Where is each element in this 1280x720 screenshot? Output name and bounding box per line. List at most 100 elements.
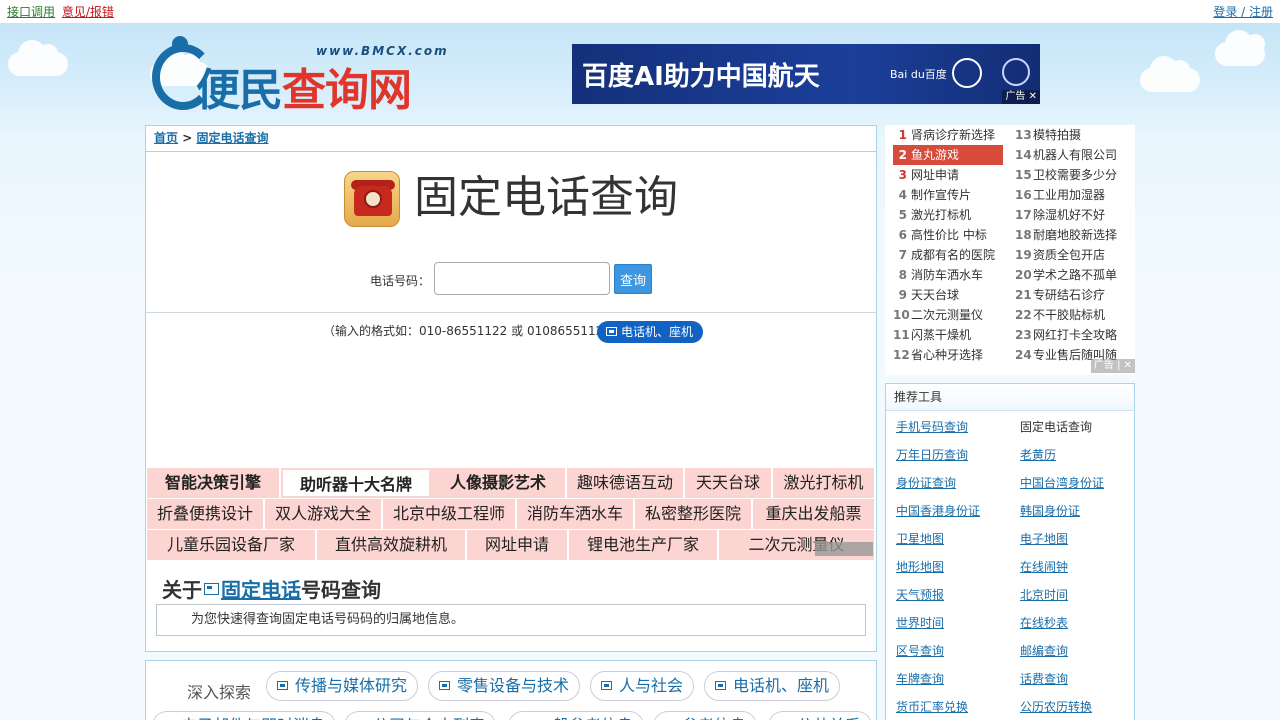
keyword-link[interactable]: 网址申请 xyxy=(467,530,569,560)
tool-link[interactable]: 北京时间 xyxy=(1020,588,1068,602)
news-icon xyxy=(715,681,726,690)
keyword-link[interactable]: 直供高效旋耕机 xyxy=(317,530,467,560)
keyword-link[interactable]: 智能决策引擎 xyxy=(147,468,281,498)
ranking-item[interactable]: 5 激光打标机 xyxy=(893,205,1003,225)
ranking-item[interactable]: 15卫校需要多少分 xyxy=(1015,165,1125,185)
ranking-number: 9 xyxy=(898,288,907,302)
explore-tag[interactable]: 电子邮件与即时消息 xyxy=(152,711,337,720)
ranking-item[interactable]: 12省心种牙选择 xyxy=(893,345,1003,365)
tool-item: 在线闹钟 xyxy=(1020,558,1068,575)
ranking-item[interactable]: 2 鱼丸游戏 xyxy=(893,145,1003,165)
ranking-item[interactable]: 11闪蒸干燥机 xyxy=(893,325,1003,345)
keyword-link[interactable]: 儿童乐园设备厂家 xyxy=(147,530,317,560)
keyword-link[interactable]: 趣味德语互动 xyxy=(567,468,685,498)
ranking-item[interactable]: 8 消防车洒水车 xyxy=(893,265,1003,285)
tool-link[interactable]: 公历农历转换 xyxy=(1020,700,1092,714)
phone-number-input[interactable] xyxy=(434,262,610,295)
keyword-link[interactable]: 锂电池生产厂家 xyxy=(569,530,719,560)
ranking-item[interactable]: 19资质全包开店 xyxy=(1015,245,1125,265)
ranking-item[interactable]: 6 高性价比 中标 xyxy=(893,225,1003,245)
ranking-number: 7 xyxy=(898,248,907,262)
ranking-item[interactable]: 20学术之路不孤单 xyxy=(1015,265,1125,285)
page-title: 固定电话查询 xyxy=(414,172,678,223)
tool-link[interactable]: 车牌查询 xyxy=(896,672,944,686)
breadcrumb-current[interactable]: 固定电话查询 xyxy=(196,131,268,145)
ranking-item[interactable]: 14机器人有限公司 xyxy=(1015,145,1125,165)
ranking-item[interactable]: 1 肾病诊疗新选择 xyxy=(893,125,1003,145)
explore-tag[interactable]: 参考信息 xyxy=(653,711,758,720)
keyword-link[interactable]: 私密整形医院 xyxy=(635,499,753,529)
ranking-item[interactable]: 18耐磨地胶新选择 xyxy=(1015,225,1125,245)
tool-link[interactable]: 地形地图 xyxy=(896,560,944,574)
tool-link[interactable]: 世界时间 xyxy=(896,616,944,630)
explore-tag[interactable]: 公共关系 xyxy=(768,711,873,720)
tool-link[interactable]: 在线闹钟 xyxy=(1020,560,1068,574)
tool-link[interactable]: 手机号码查询 xyxy=(896,420,968,434)
keyword-link[interactable]: 北京中级工程师 xyxy=(383,499,517,529)
site-logo[interactable]: 便民查询网 www.BMCX.com xyxy=(150,36,460,116)
keyword-link[interactable]: 人像摄影艺术 xyxy=(431,468,567,498)
keyword-link[interactable]: 重庆出发船票 xyxy=(753,499,876,529)
tool-link[interactable]: 在线秒表 xyxy=(1020,616,1068,630)
ranking-label: 天天台球 xyxy=(911,288,960,302)
ranking-item[interactable]: 17除湿机好不好 xyxy=(1015,205,1125,225)
banner-ad[interactable]: 百度AI助力中国航天 Bai du百度 广告 ✕ xyxy=(572,44,1040,104)
tool-link[interactable]: 韩国身份证 xyxy=(1020,504,1080,518)
ad-label[interactable]: 广告 | ✕ xyxy=(1090,359,1135,373)
tool-link[interactable]: 卫星地图 xyxy=(896,532,944,546)
tool-item: 货币汇率兑换 xyxy=(896,698,968,715)
explore-tag[interactable]: 人与社会 xyxy=(590,671,695,701)
ranking-item[interactable]: 4 制作宣传片 xyxy=(893,185,1003,205)
explore-tag[interactable]: 传播与媒体研究 xyxy=(266,671,419,701)
tool-link[interactable]: 身份证查询 xyxy=(896,476,956,490)
ranking-label: 二次元测量仪 xyxy=(911,308,984,322)
ranking-item[interactable]: 23网红打卡全攻略 xyxy=(1015,325,1125,345)
keyword-link[interactable]: 激光打标机 xyxy=(773,468,876,498)
ad-close-icon[interactable] xyxy=(815,542,873,556)
tool-link[interactable]: 天气预报 xyxy=(896,588,944,602)
tool-link[interactable]: 中国台湾身份证 xyxy=(1020,476,1104,490)
keyword-link[interactable]: 消防车洒水车 xyxy=(517,499,635,529)
ranking-item[interactable]: 10二次元测量仪 xyxy=(893,305,1003,325)
breadcrumb-home[interactable]: 首页 xyxy=(154,131,178,145)
keyword-link[interactable]: 折叠便携设计 xyxy=(147,499,265,529)
tool-link[interactable]: 货币汇率兑换 xyxy=(896,700,968,714)
tool-item: 地形地图 xyxy=(896,558,944,575)
login-register-link[interactable]: 登录 / 注册 xyxy=(1213,5,1273,19)
tool-link[interactable]: 区号查询 xyxy=(896,644,944,658)
tool-link[interactable]: 电子地图 xyxy=(1020,532,1068,546)
ranking-item[interactable]: 21专研结石诊疗 xyxy=(1015,285,1125,305)
logo-text: 便民查询网 xyxy=(196,54,412,118)
ad-label[interactable]: 广告 ✕ xyxy=(1002,90,1040,104)
keyword-link[interactable]: 双人游戏大全 xyxy=(265,499,383,529)
ranking-number: 18 xyxy=(1015,228,1032,242)
keyword-link[interactable]: 助听器十大名牌 xyxy=(281,468,431,498)
ranking-item[interactable]: 9 天天台球 xyxy=(893,285,1003,305)
explore-tag[interactable]: 零售设备与技术 xyxy=(428,671,581,701)
explore-tag[interactable]: 电话机、座机 xyxy=(704,671,841,701)
tool-link[interactable]: 中国香港身份证 xyxy=(896,504,980,518)
ranking-item[interactable]: 13模特拍摄 xyxy=(1015,125,1125,145)
api-link[interactable]: 接口调用 xyxy=(7,5,55,19)
hint-tag-button[interactable]: 电话机、座机 xyxy=(597,321,704,343)
keyword-link[interactable]: 天天台球 xyxy=(685,468,773,498)
banner-badge-icon xyxy=(952,58,982,88)
tool-link[interactable]: 老黄历 xyxy=(1020,448,1056,462)
ranking-item[interactable]: 16工业用加湿器 xyxy=(1015,185,1125,205)
ranking-label: 鱼丸游戏 xyxy=(911,148,960,162)
ranking-item[interactable]: 7 成都有名的医院 xyxy=(893,245,1003,265)
ranking-item[interactable]: 3 网址申请 xyxy=(893,165,1003,185)
search-button[interactable]: 查询 xyxy=(614,264,652,294)
about-keyword-link[interactable]: 固定电话 xyxy=(221,578,301,602)
explore-tag-label: 人与社会 xyxy=(619,676,684,695)
cloud-decoration xyxy=(1215,30,1265,66)
explore-tag[interactable]: 公司与个人列表 xyxy=(344,711,497,720)
report-link[interactable]: 意见/报错 xyxy=(62,5,114,19)
ranking-item[interactable]: 22不干胶贴标机 xyxy=(1015,305,1125,325)
explore-tag[interactable]: 一般参考信息 xyxy=(508,711,645,720)
tool-link[interactable]: 万年日历查询 xyxy=(896,448,968,462)
ranking-number: 20 xyxy=(1015,268,1032,282)
tool-link[interactable]: 邮编查询 xyxy=(1020,644,1068,658)
tool-link[interactable]: 话费查询 xyxy=(1020,672,1068,686)
tool-item: 中国台湾身份证 xyxy=(1020,474,1104,491)
